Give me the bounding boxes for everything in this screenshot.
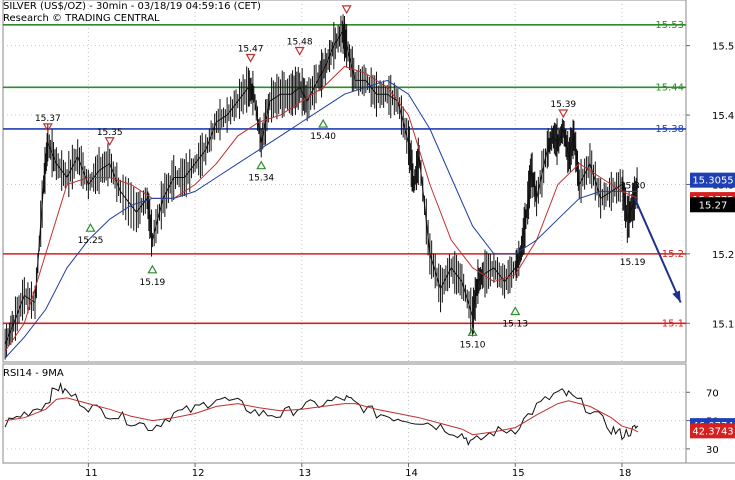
swing-low-marker — [510, 306, 521, 316]
chart-subtitle: Research © TRADING CENTRAL — [3, 13, 160, 24]
x-axis-tick-label: 11 — [85, 468, 98, 479]
swing-high-label: 15.48 — [287, 38, 313, 48]
swing-high-label: 15.37 — [35, 114, 61, 124]
swing-low-marker — [256, 160, 267, 170]
rsi-panel-frame — [2, 363, 687, 464]
swing-low-label: 15.25 — [78, 236, 104, 246]
rsi-axis-tick-label: 30 — [706, 445, 719, 456]
price-annotation-label: 15.30 — [620, 181, 646, 191]
swing-high-marker — [245, 53, 256, 63]
rsi-line — [4, 381, 639, 446]
price-axis-tick-label: 15.1 — [712, 319, 734, 330]
price-badge-label: 15.27 — [699, 200, 728, 211]
level-label: 15.2 — [662, 249, 684, 260]
price-axis-tick-label: 15.5 — [712, 42, 734, 53]
price-axis-tick-label: 15.2 — [712, 250, 734, 261]
price-badge-label: 15.3055 — [692, 176, 733, 187]
level-label: 15.53 — [655, 20, 684, 31]
x-axis-tick-label: 18 — [619, 468, 632, 479]
forecast-arrow-head — [672, 290, 681, 303]
x-axis-tick-label: 12 — [192, 468, 205, 479]
swing-low-marker — [147, 264, 158, 274]
level-label: 15.44 — [655, 82, 684, 93]
swing-low-marker — [85, 222, 96, 232]
swing-high-marker — [341, 5, 352, 15]
rsi-axis-tick-label: 70 — [706, 388, 719, 399]
swing-low-marker — [318, 118, 329, 128]
level-label: 15.1 — [662, 318, 684, 329]
rsi-panel-title: RSI14 - 9MA — [3, 368, 64, 379]
chart-canvas: 15.515.415.315.215.111121314151870503015… — [2, 0, 735, 479]
swing-low-label: 15.10 — [460, 340, 486, 350]
price-axis-tick-label: 15.4 — [712, 111, 734, 122]
swing-high-label: 15.47 — [238, 44, 264, 54]
swing-low-label: 15.13 — [502, 319, 528, 329]
level-label: 15.38 — [655, 124, 684, 135]
swing-low-label: 15.40 — [310, 132, 336, 142]
swing-high-marker — [294, 46, 305, 56]
swing-high-marker — [558, 109, 569, 119]
x-axis-tick-label: 15 — [512, 468, 525, 479]
swing-high-label: 15.35 — [97, 128, 123, 138]
swing-low-label: 15.19 — [140, 278, 166, 288]
swing-high-label: 15.39 — [550, 100, 576, 110]
rsi-badge-label: 42.3743 — [692, 426, 733, 437]
swing-low-label: 15.34 — [248, 174, 274, 184]
x-axis-tick-label: 13 — [298, 468, 311, 479]
swing-high-marker — [104, 137, 115, 146]
price-annotation-label: 15.19 — [620, 258, 646, 268]
rsi-ma-line — [5, 397, 639, 436]
chart-title: SILVER (US$/OZ) - 30min - 03/18/19 04:59… — [3, 1, 261, 12]
x-axis-tick-label: 14 — [405, 468, 418, 479]
